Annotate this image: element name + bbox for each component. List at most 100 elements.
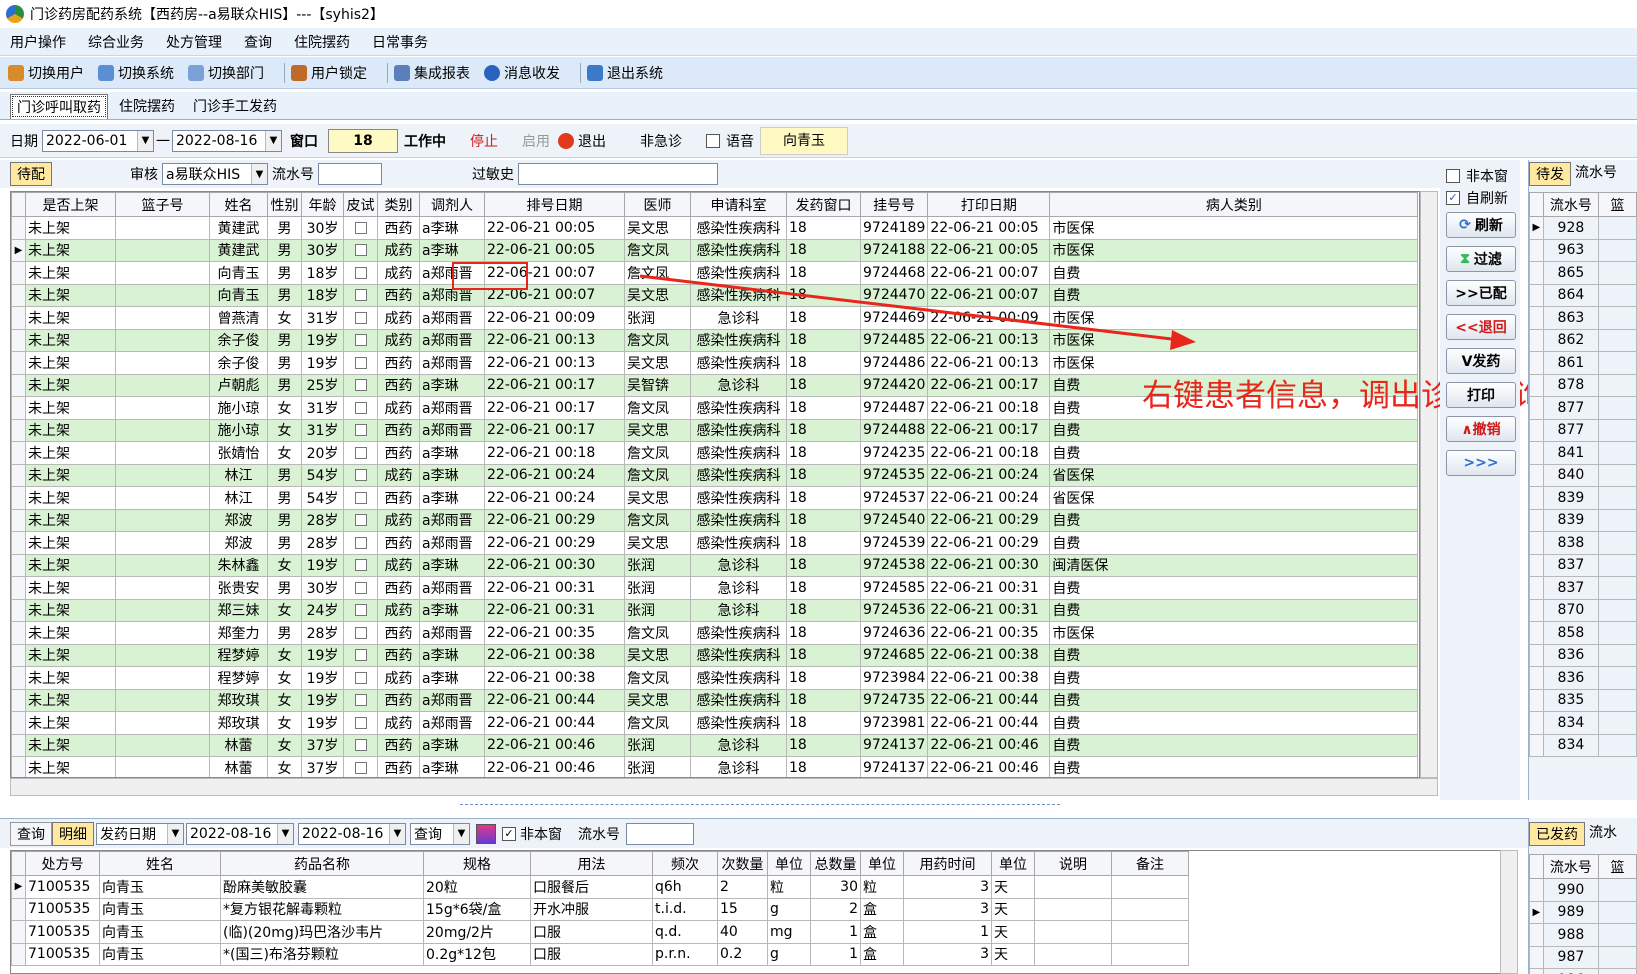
more-button[interactable]: >>> <box>1446 450 1516 476</box>
dispensed-button[interactable]: >>已配 <box>1446 280 1516 306</box>
skin-test-checkbox[interactable] <box>343 553 378 577</box>
row-indicator[interactable] <box>11 531 26 555</box>
column-header[interactable]: 次数量 <box>717 851 768 876</box>
row-indicator[interactable] <box>1529 878 1544 902</box>
dispense-button[interactable]: V发药 <box>1446 348 1516 374</box>
column-header[interactable]: 病人类别 <box>1049 192 1419 217</box>
checkbox[interactable] <box>354 559 367 572</box>
list-item[interactable]: 862 <box>1529 328 1637 352</box>
skin-test-checkbox[interactable] <box>343 261 378 285</box>
tab-detail[interactable]: 明细 <box>52 821 94 846</box>
row-indicator[interactable] <box>11 418 26 442</box>
list-item[interactable]: 837 <box>1529 576 1637 600</box>
refresh-button[interactable]: ⟳ 刷新 <box>1446 212 1516 238</box>
row-indicator[interactable] <box>11 283 26 307</box>
column-header[interactable]: 年龄 <box>301 192 344 217</box>
row-indicator[interactable] <box>1529 261 1544 285</box>
lock-user-button[interactable]: 用户锁定 <box>291 63 367 83</box>
table-row[interactable]: 未上架 朱林鑫女 19岁 成药 a李琳 22-06-21 00:30 张润 急诊科 18 9724… <box>11 553 1419 577</box>
row-indicator[interactable] <box>1529 621 1544 645</box>
skin-test-checkbox[interactable] <box>343 238 378 262</box>
tab-inpatient[interactable]: 住院摆药 <box>112 93 182 119</box>
list-item[interactable]: 839 <box>1529 486 1637 510</box>
skin-test-checkbox[interactable] <box>343 328 378 352</box>
menu-general[interactable]: 综合业务 <box>88 32 144 52</box>
print-button[interactable]: 打印 <box>1446 382 1516 408</box>
skin-test-checkbox[interactable] <box>343 711 378 735</box>
row-indicator[interactable] <box>11 261 26 285</box>
column-header[interactable]: 备注 <box>1111 851 1189 876</box>
table-row[interactable]: ▶ 未上架 黄建武男 30岁 成药 a李琳 22-06-21 00:05 詹文凤 感染性疾病科 1… <box>11 238 1419 262</box>
checkbox[interactable] <box>354 379 367 392</box>
row-indicator[interactable] <box>11 920 26 944</box>
row-indicator[interactable] <box>1529 463 1544 487</box>
column-header[interactable]: 单位 <box>767 851 811 876</box>
row-indicator[interactable] <box>11 463 26 487</box>
column-header[interactable]: 医师 <box>624 192 691 217</box>
list-item[interactable]: 990 <box>1529 878 1637 902</box>
row-indicator[interactable] <box>11 441 26 465</box>
table-row[interactable]: 未上架 林蕾女 37岁 西药 a李琳 22-06-21 00:46 张润 急诊科 18 97241… <box>11 756 1419 777</box>
tab-dispensed[interactable]: 已发药 <box>1529 822 1585 846</box>
row-indicator[interactable] <box>11 733 26 757</box>
skin-test-checkbox[interactable] <box>343 576 378 600</box>
row-indicator[interactable] <box>11 688 26 712</box>
queue-horizontal-scrollbar[interactable] <box>10 778 1438 796</box>
skin-test-checkbox[interactable] <box>343 396 378 420</box>
detail-date-from[interactable]: 2022-08-16 ▼ <box>186 822 294 845</box>
list-item[interactable]: 877 <box>1529 418 1637 442</box>
row-indicator[interactable] <box>1529 968 1544 974</box>
column-header[interactable]: 发药窗口 <box>786 192 861 217</box>
table-row[interactable]: 未上架 张婧怡女 20岁 西药 a李琳 22-06-21 00:18 詹文凤 感染性疾病科 18… <box>11 441 1419 465</box>
non-window-checkbox[interactable] <box>1446 169 1460 183</box>
list-item[interactable]: 861 <box>1529 351 1637 375</box>
row-indicator[interactable] <box>1529 688 1544 712</box>
list-item[interactable]: 864 <box>1529 283 1637 307</box>
list-item[interactable]: 838 <box>1529 531 1637 555</box>
column-header[interactable]: 用药时间 <box>903 851 992 876</box>
skin-test-checkbox[interactable] <box>343 531 378 555</box>
table-row[interactable]: 未上架 郑三妹女 24岁 成药 a李琳 22-06-21 00:31 张润 急诊科 18 9724… <box>11 598 1419 622</box>
row-indicator[interactable] <box>1529 733 1544 757</box>
list-item[interactable]: 987 <box>1529 945 1637 969</box>
row-indicator[interactable]: ▶ <box>1529 900 1544 924</box>
list-item[interactable]: 863 <box>1529 306 1637 330</box>
return-button[interactable]: <<退回 <box>1446 314 1516 340</box>
table-row[interactable]: 未上架 程梦婷女 19岁 成药 a李琳 22-06-21 00:38 詹文凤 感染性疾病科 18… <box>11 666 1419 690</box>
checkbox[interactable] <box>354 244 367 257</box>
checkbox[interactable] <box>354 536 367 549</box>
table-row[interactable]: 未上架 郑波男 28岁 西药 a郑雨晋 22-06-21 00:29 吴文思 感染性疾病科 18… <box>11 531 1419 555</box>
date-type-select[interactable]: 发药日期 ▼ <box>96 822 184 845</box>
skin-test-checkbox[interactable] <box>343 643 378 667</box>
menu-inpatient[interactable]: 住院摆药 <box>294 32 350 52</box>
skin-test-checkbox[interactable] <box>343 598 378 622</box>
panel-splitter[interactable] <box>460 804 1060 810</box>
table-row[interactable]: 未上架 郑玫琪女 19岁 西药 a郑雨晋 22-06-21 00:44 吴文思 感染性疾病科 1… <box>11 688 1419 712</box>
table-row[interactable]: 未上架 向青玉男 18岁 成药 a郑雨晋 22-06-21 00:07 詹文凤 感染性疾病科 1… <box>11 261 1419 285</box>
table-row[interactable]: 7100535 向青玉 *(国三)布洛芬颗粒 0.2g*12包 口服 p.r.n. 0.2 g… <box>11 942 1189 966</box>
exit-button[interactable]: 退出 <box>578 131 606 151</box>
column-header[interactable]: 篮子号 <box>115 192 210 217</box>
row-indicator[interactable] <box>1529 373 1544 397</box>
switch-user-button[interactable]: 切换用户 <box>8 63 84 83</box>
row-indicator[interactable] <box>11 756 26 777</box>
detail-serial-input[interactable] <box>626 822 694 845</box>
list-item[interactable]: ▶ 989 <box>1529 900 1637 924</box>
list-item[interactable]: 834 <box>1529 711 1637 735</box>
checkbox[interactable] <box>354 424 367 437</box>
column-header[interactable]: 姓名 <box>99 851 221 876</box>
table-row[interactable]: 7100535 向青玉 (临)(20mg)玛巴洛沙韦片 20mg/2片 口服 q.d. 40… <box>11 920 1189 944</box>
filter-button[interactable]: ⧗ 过滤 <box>1446 246 1516 272</box>
checkbox[interactable] <box>354 334 367 347</box>
list-item[interactable]: ▶ 928 <box>1529 216 1637 240</box>
list-item[interactable]: 840 <box>1529 463 1637 487</box>
column-header[interactable]: 单位 <box>991 851 1035 876</box>
row-indicator[interactable] <box>1529 396 1544 420</box>
table-row[interactable]: 未上架 程梦婷女 19岁 西药 a李琳 22-06-21 00:38 吴文思 感染性疾病科 18… <box>11 643 1419 667</box>
table-row[interactable]: 7100535 向青玉 *复方银花解毒颗粒 15g*6袋/盒 开水冲服 t.i.d. 15 g… <box>11 897 1189 921</box>
list-item[interactable]: 963 <box>1529 238 1637 262</box>
row-indicator[interactable]: ▶ <box>1529 216 1544 240</box>
row-indicator[interactable] <box>1529 711 1544 735</box>
column-header[interactable]: 类别 <box>377 192 420 217</box>
list-item[interactable]: 841 <box>1529 441 1637 465</box>
